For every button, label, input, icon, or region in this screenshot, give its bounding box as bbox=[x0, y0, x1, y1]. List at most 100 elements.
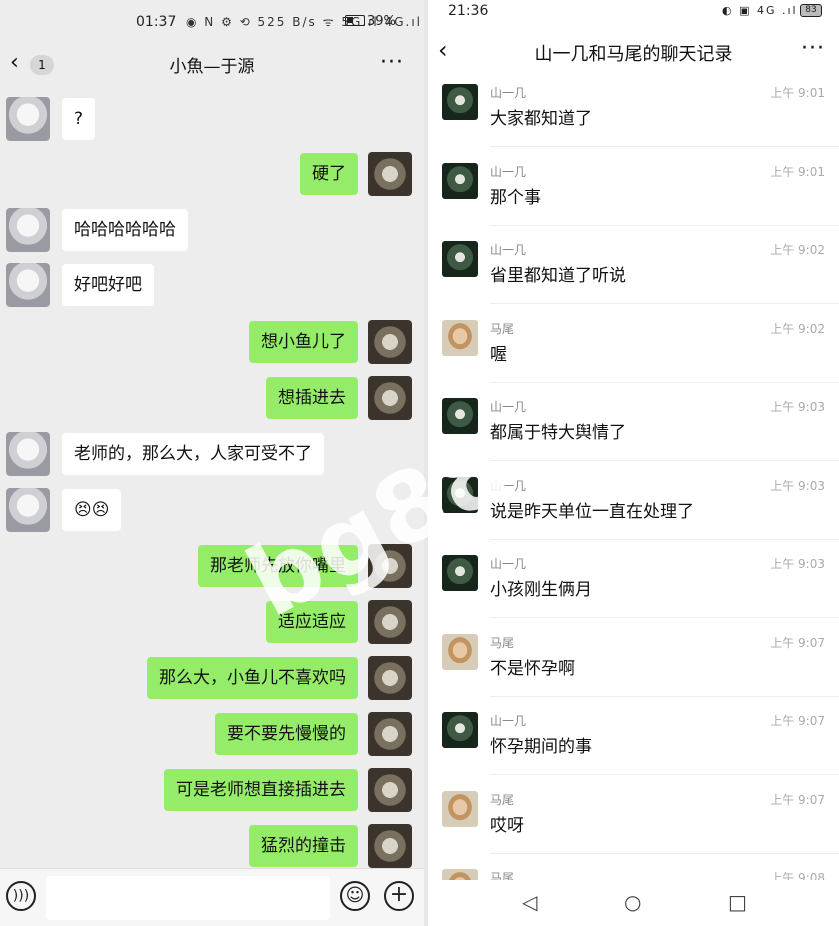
chat-panel: 01:37 ◉ N ⚙ ⟲ 525 B/s ᯤ 5G.ıl 4G.ıl 39% … bbox=[0, 0, 424, 926]
avatar[interactable] bbox=[368, 656, 412, 700]
history-header: ‹ 山一几和马尾的聊天记录 ··· bbox=[428, 36, 839, 70]
battery-icon bbox=[345, 15, 365, 26]
message-time: 上午 9:07 bbox=[770, 635, 825, 650]
avatar[interactable] bbox=[6, 488, 50, 532]
sender-name: 山一几 bbox=[490, 478, 527, 493]
avatar[interactable] bbox=[368, 152, 412, 196]
history-record[interactable]: 山一几 上午 9:01 大家都知道了 bbox=[428, 80, 839, 158]
avatar bbox=[442, 790, 478, 827]
avatar[interactable] bbox=[6, 97, 50, 141]
chat-title: 小魚—于源 bbox=[169, 57, 255, 77]
avatar[interactable] bbox=[368, 600, 412, 644]
message-time: 上午 9:02 bbox=[770, 243, 825, 257]
history-title: 山一几和马尾的聊天记录 bbox=[534, 44, 733, 65]
row-divider bbox=[490, 381, 839, 383]
nav-home-icon[interactable]: ○ bbox=[624, 890, 641, 914]
message-text: 喔 bbox=[490, 344, 507, 365]
avatar[interactable] bbox=[6, 263, 50, 307]
status-time: 01:37 bbox=[136, 14, 177, 30]
row-divider bbox=[490, 224, 839, 226]
history-record[interactable]: 马尾 上午 9:07 不是怀孕啊 bbox=[428, 630, 839, 708]
message-text: 怀孕期间的事 bbox=[490, 737, 592, 757]
avatar[interactable] bbox=[368, 712, 412, 756]
message-time: 上午 9:01 bbox=[770, 86, 825, 100]
history-record[interactable]: 山一几 上午 9:03 小孩刚生俩月 bbox=[428, 551, 839, 629]
more-options-button[interactable]: ··· bbox=[380, 50, 404, 75]
history-record[interactable]: 山一几 上午 9:01 那个事 bbox=[428, 159, 839, 237]
row-divider bbox=[490, 695, 839, 697]
message-time: 上午 9:07 bbox=[770, 714, 825, 728]
avatar[interactable] bbox=[368, 768, 412, 812]
avatar bbox=[442, 162, 478, 199]
history-record[interactable]: 山一几 上午 9:03 都属于特大舆情了 bbox=[428, 394, 839, 472]
message-time: 上午 9:02 bbox=[770, 321, 825, 336]
message-text: 小孩刚生俩月 bbox=[490, 580, 592, 600]
avatar[interactable] bbox=[6, 432, 50, 476]
avatar bbox=[442, 241, 478, 277]
sent-message-bubble[interactable]: 硬了 bbox=[300, 153, 358, 195]
received-message-bubble[interactable]: 老师的，那么大，人家可受不了 bbox=[62, 433, 324, 475]
battery-icon: 83 bbox=[800, 4, 822, 17]
message-input[interactable] bbox=[46, 876, 330, 920]
sender-name: 山一几 bbox=[490, 164, 527, 179]
sender-name: 山一几 bbox=[490, 714, 527, 728]
sent-message-bubble[interactable]: 那老师先放你嘴里 bbox=[198, 545, 358, 587]
history-record[interactable]: 马尾 上午 9:02 喔 bbox=[428, 316, 839, 394]
row-divider bbox=[490, 460, 839, 461]
received-message-bubble[interactable]: 😣😣 bbox=[62, 489, 122, 531]
battery-percent: 39% bbox=[367, 14, 396, 29]
emoji-icon[interactable]: ☺ bbox=[340, 881, 370, 911]
sender-name: 马尾 bbox=[490, 321, 515, 336]
sender-name: 山一几 bbox=[490, 86, 527, 100]
message-text: 省里都知道了听说 bbox=[490, 266, 626, 286]
add-attachment-icon[interactable]: + bbox=[384, 881, 414, 911]
message-text: 大家都知道了 bbox=[490, 109, 592, 129]
sender-name: 山一几 bbox=[490, 400, 527, 414]
history-record[interactable]: 马尾 上午 9:07 哎呀 bbox=[428, 787, 839, 865]
more-options-button[interactable]: ··· bbox=[801, 36, 825, 61]
avatar[interactable] bbox=[368, 376, 412, 420]
sent-message-bubble[interactable]: 想插进去 bbox=[266, 377, 358, 419]
chat-history-panel: 21:36 ◐ ▣ 4G .ıl ᯤ 83 ‹ 山一几和马尾的聊天记录 ··· … bbox=[428, 0, 839, 926]
avatar bbox=[442, 555, 478, 591]
avatar[interactable] bbox=[368, 544, 412, 588]
history-record[interactable]: 山一几 上午 9:02 省里都知道了听说 bbox=[428, 237, 839, 315]
voice-input-icon[interactable]: ))) bbox=[6, 881, 36, 911]
row-divider bbox=[490, 303, 839, 304]
history-record[interactable]: 山一几 上午 9:03 说是昨天单位一直在处理了 bbox=[428, 473, 839, 551]
nav-recent-icon[interactable]: □ bbox=[728, 890, 747, 914]
screenshot-frame: 01:37 ◉ N ⚙ ⟲ 525 B/s ᯤ 5G.ıl 4G.ıl 39% … bbox=[0, 0, 839, 926]
message-time: 上午 9:03 bbox=[770, 400, 825, 414]
sender-name: 山一几 bbox=[490, 243, 527, 257]
avatar bbox=[442, 476, 478, 513]
message-text: 都属于特大舆情了 bbox=[490, 423, 626, 443]
sent-message-bubble[interactable]: 猛烈的撞击 bbox=[249, 825, 358, 867]
avatar bbox=[442, 712, 478, 748]
nav-back-icon[interactable]: ◁ bbox=[522, 890, 537, 914]
message-text: 说是昨天单位一直在处理了 bbox=[490, 501, 694, 522]
received-message-bubble[interactable]: 好吧好吧 bbox=[62, 264, 154, 306]
message-time: 上午 9:01 bbox=[770, 164, 825, 179]
received-message-bubble[interactable]: ? bbox=[62, 98, 96, 140]
sent-message-bubble[interactable]: 适应适应 bbox=[266, 601, 358, 643]
avatar[interactable] bbox=[368, 320, 412, 364]
sent-message-bubble[interactable]: 那么大，小鱼儿不喜欢吗 bbox=[147, 657, 358, 699]
status-time: 21:36 bbox=[448, 3, 489, 19]
row-divider bbox=[490, 617, 839, 618]
history-record[interactable]: 山一几 上午 9:07 怀孕期间的事 bbox=[428, 708, 839, 786]
received-message-bubble[interactable]: 哈哈哈哈哈哈 bbox=[62, 209, 188, 251]
avatar[interactable] bbox=[368, 824, 412, 868]
sent-message-bubble[interactable]: 想小鱼儿了 bbox=[249, 321, 358, 363]
message-text: 哎呀 bbox=[490, 815, 524, 836]
avatar bbox=[442, 633, 478, 670]
android-nav-bar: ◁ ○ □ bbox=[428, 880, 839, 926]
sender-name: 马尾 bbox=[490, 792, 515, 807]
avatar[interactable] bbox=[6, 208, 50, 252]
row-divider bbox=[490, 852, 839, 854]
sent-message-bubble[interactable]: 要不要先慢慢的 bbox=[215, 713, 358, 755]
row-divider bbox=[490, 774, 839, 775]
message-time: 上午 9:07 bbox=[770, 792, 825, 807]
input-bar: ))) ☺ + bbox=[0, 868, 424, 926]
sent-message-bubble[interactable]: 可是老师想直接插进去 bbox=[164, 769, 358, 811]
status-bar: 01:37 ◉ N ⚙ ⟲ 525 B/s ᯤ 5G.ıl 4G.ıl 39% bbox=[0, 12, 424, 36]
